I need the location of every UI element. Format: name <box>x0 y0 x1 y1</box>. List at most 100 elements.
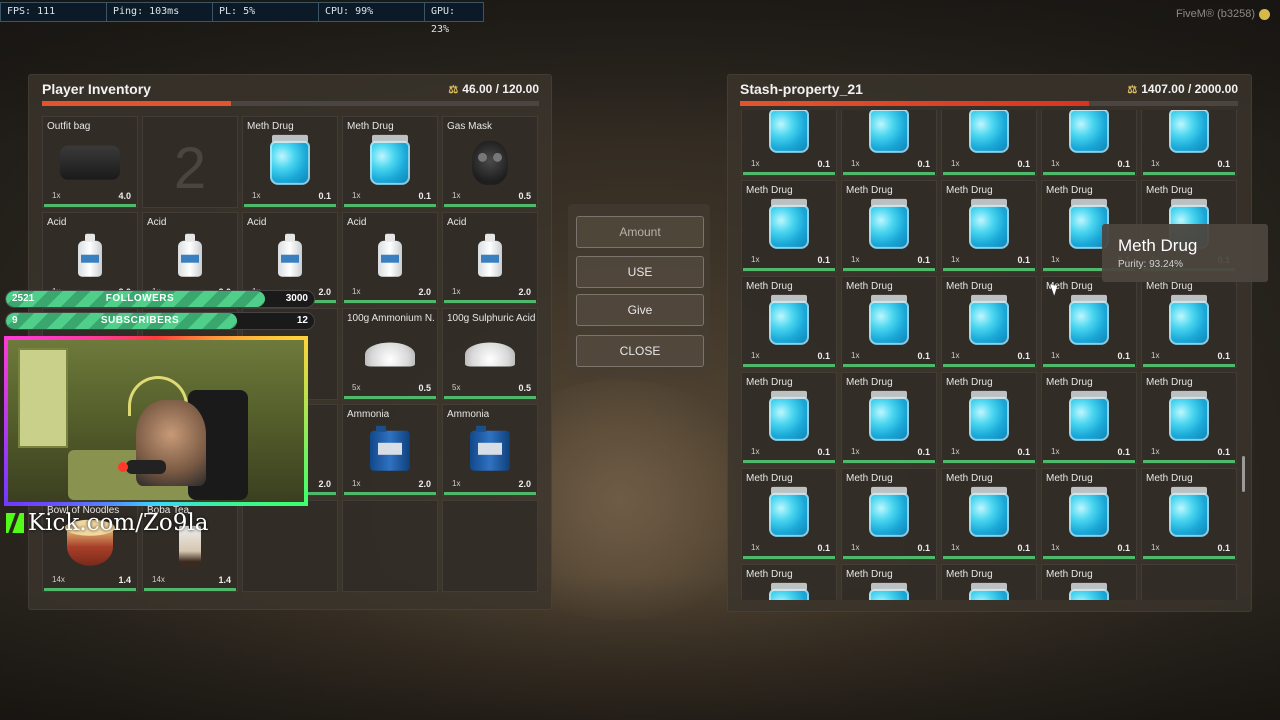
durability-bar <box>444 204 536 207</box>
stash-slot[interactable]: Meth Drug1x0.1 <box>841 110 937 176</box>
item-quantity: 5x <box>452 383 461 392</box>
inventory-slot[interactable]: Outfit bag 1x 4.0 <box>42 116 138 208</box>
item-weight: 2.0 <box>318 287 331 297</box>
durability-bar <box>943 556 1035 559</box>
durability-bar <box>144 588 236 591</box>
stash-slot[interactable] <box>1141 564 1237 600</box>
inventory-slot[interactable]: Acid 1x 2.0 <box>342 212 438 304</box>
followers-label: FOLLOWERS <box>105 293 175 304</box>
stash-slot[interactable]: Meth Drug1x0.1 <box>941 110 1037 176</box>
item-name: Meth Drug <box>746 473 793 484</box>
stash-slot[interactable]: Meth Drug1x0.1 <box>1041 564 1137 600</box>
amount-input[interactable]: Amount <box>576 216 704 248</box>
stash-slot[interactable]: Meth Drug1x0.1 <box>941 180 1037 272</box>
inventory-slot[interactable]: Ammonia 1x 2.0 <box>342 404 438 496</box>
item-name: Acid <box>347 217 367 228</box>
close-button[interactable]: CLOSE <box>576 335 704 367</box>
stash-slot[interactable]: Meth Drug1x0.1 <box>841 276 937 368</box>
inventory-slot[interactable]: 100g Ammonium N... 5x 0.5 <box>342 308 438 400</box>
stash-slot[interactable]: Meth Drug1x0.1 <box>841 468 937 560</box>
durability-bar <box>444 492 536 495</box>
inventory-slot[interactable]: Acid 1x 2.0 <box>442 212 538 304</box>
item-weight: 0.1 <box>917 159 930 169</box>
durability-bar <box>1143 460 1235 463</box>
stash-slot[interactable]: Meth Drug1x0.1 <box>1041 468 1137 560</box>
inventory-slot[interactable]: 100g Sulphuric Acid 5x 0.5 <box>442 308 538 400</box>
inventory-slot[interactable] <box>442 500 538 592</box>
inventory-slot[interactable]: Ammonia 1x 2.0 <box>442 404 538 496</box>
item-quantity: 1x <box>1151 351 1160 360</box>
item-weight: 0.1 <box>1017 543 1030 553</box>
stash-slot[interactable]: Meth Drug1x0.1 <box>1141 110 1237 176</box>
stash-slot[interactable]: Meth Drug1x0.1 <box>741 110 837 176</box>
durability-bar <box>843 172 935 175</box>
jug-icon <box>278 233 302 277</box>
item-quantity: 1x <box>452 479 461 488</box>
use-button[interactable]: USE <box>576 256 704 288</box>
jug-icon <box>378 233 402 277</box>
stash-scrollbar[interactable] <box>1242 456 1245 492</box>
stash-slot[interactable]: Meth Drug1x0.1 <box>941 564 1037 600</box>
stash-slot[interactable]: Meth Drug1x0.1 <box>741 276 837 368</box>
item-name: Acid <box>247 217 267 228</box>
stash-slot-grid: Meth Drug 1x 0.1 Meth Drug 1x 0.1 Meth Drug 1x 0… <box>741 110 1237 600</box>
stash-slot[interactable]: Meth Drug1x0.1 <box>1141 372 1237 464</box>
durability-bar <box>843 364 935 367</box>
duffel-bag-icon <box>60 145 120 180</box>
item-quantity: 1x <box>1151 543 1160 552</box>
item-quantity: 1x <box>751 159 760 168</box>
meth-bag-icon <box>969 486 1009 537</box>
meth-bag-icon <box>769 390 809 441</box>
action-panel: Amount USE Give CLOSE <box>568 204 710 378</box>
meth-bag-icon <box>769 486 809 537</box>
stash-slot[interactable]: Meth Drug1x0.1 <box>741 468 837 560</box>
subscribers-label: SUBSCRIBERS <box>100 315 180 326</box>
item-weight: 2.0 <box>518 479 531 489</box>
inventory-slot[interactable] <box>242 500 338 592</box>
meth-bag-icon <box>769 582 809 600</box>
stash-slot[interactable]: Meth Drug1x0.1 <box>841 372 937 464</box>
stash-slot[interactable]: Meth Drug1x0.1 <box>1041 110 1137 176</box>
item-name: Meth Drug <box>946 569 993 580</box>
item-weight: 0.1 <box>1217 159 1230 169</box>
item-name: Ammonia <box>447 409 490 420</box>
durability-bar <box>743 172 835 175</box>
item-weight: 0.1 <box>1017 351 1030 361</box>
meth-bag-icon <box>1069 486 1109 537</box>
item-name: Meth Drug <box>846 377 893 388</box>
durability-bar <box>943 268 1035 271</box>
stash-slot[interactable]: Meth Drug1x0.1 <box>841 564 937 600</box>
durability-bar <box>1043 460 1135 463</box>
stash-slot[interactable]: Meth Drug1x0.1 <box>941 276 1037 368</box>
inventory-slot[interactable] <box>342 500 438 592</box>
stash-slot[interactable]: Meth Drug1x0.1 <box>741 564 837 600</box>
stash-slot[interactable]: Meth Drug1x0.1 <box>941 372 1037 464</box>
stash-slot[interactable]: Meth Drug1x0.1 <box>741 372 837 464</box>
meth-bag-icon <box>869 294 909 345</box>
meth-bag-icon <box>1169 110 1209 153</box>
inventory-slot[interactable]: Gas Mask 1x 0.5 <box>442 116 538 208</box>
stash-slot[interactable]: Meth Drug1x0.1 <box>1041 372 1137 464</box>
item-quantity: 1x <box>751 447 760 456</box>
stash-slot[interactable]: Meth Drug1x0.1 <box>1141 276 1237 368</box>
stash-slot[interactable]: Meth Drug1x0.1 <box>841 180 937 272</box>
durability-bar <box>44 588 136 591</box>
stash-scroll-area[interactable]: Meth Drug 1x 0.1 Meth Drug 1x 0.1 Meth Drug 1x 0… <box>741 110 1241 600</box>
item-quantity: 1x <box>951 447 960 456</box>
durability-bar <box>1043 172 1135 175</box>
stash-slot[interactable]: Meth Drug1x0.1 <box>1141 468 1237 560</box>
durability-bar <box>743 460 835 463</box>
tooltip-purity: Purity: 93.24% <box>1118 259 1184 270</box>
scale-icon: ⚖ <box>448 83 459 96</box>
inventory-slot[interactable]: Meth Drug 1x 0.1 <box>242 116 338 208</box>
inventory-slot[interactable]: Meth Drug 1x 0.1 <box>342 116 438 208</box>
stash-slot[interactable]: Meth Drug1x0.1 <box>941 468 1037 560</box>
inventory-slot[interactable]: 2 <box>142 116 238 208</box>
item-quantity: 1x <box>851 159 860 168</box>
durability-bar <box>743 556 835 559</box>
item-weight: 0.5 <box>518 191 531 201</box>
stash-slot[interactable]: Meth Drug1x0.1 <box>741 180 837 272</box>
item-weight: 0.1 <box>1117 159 1130 169</box>
meth-bag-icon <box>969 294 1009 345</box>
give-button[interactable]: Give <box>576 294 704 326</box>
